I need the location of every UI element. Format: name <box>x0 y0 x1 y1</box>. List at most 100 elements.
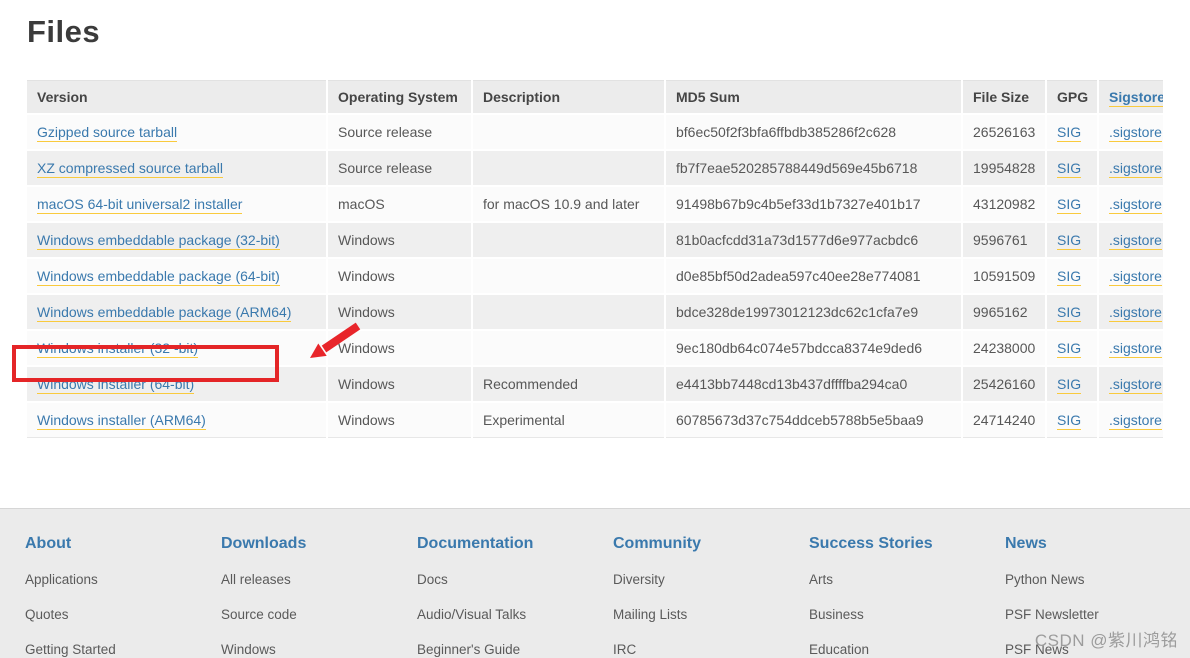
footer-link-education[interactable]: Education <box>809 642 869 657</box>
sigstore-link[interactable]: .sigstore <box>1109 268 1162 286</box>
footer-heading-documentation[interactable]: Documentation <box>417 535 533 553</box>
os-cell: Windows <box>327 401 473 438</box>
gpg-sig-link[interactable]: SIG <box>1057 196 1082 214</box>
table-header-row: Version Operating System Description MD5 Su… <box>27 80 1163 114</box>
md5-cell: fb7f7eae520285788449d569e45b6718 <box>665 149 963 186</box>
footer-link-quotes[interactable]: Quotes <box>25 607 69 622</box>
gpg-sig-link[interactable]: SIG <box>1057 304 1082 322</box>
gpg-sig-link[interactable]: SIG <box>1057 124 1082 142</box>
footer-item: Getting Started <box>25 642 221 657</box>
sigstore-link[interactable]: .sigstore <box>1109 412 1162 430</box>
sigstore-link[interactable]: .sigstore <box>1109 376 1162 394</box>
version-link[interactable]: Windows installer (ARM64) <box>37 412 206 430</box>
sigstore-header-link[interactable]: Sigstore <box>1109 89 1163 107</box>
footer-item: Quotes <box>25 607 221 622</box>
footer-column: Success Stories Arts Business Education <box>809 535 1005 658</box>
footer-link-all-releases[interactable]: All releases <box>221 572 291 587</box>
version-link[interactable]: Gzipped source tarball <box>37 124 178 142</box>
footer-heading-success-stories[interactable]: Success Stories <box>809 535 933 553</box>
footer-heading-news[interactable]: News <box>1005 535 1047 553</box>
column-header-operating-system: Operating System <box>327 80 473 114</box>
column-header-sigstore: Sigstore <box>1098 80 1163 114</box>
os-cell: Windows <box>327 293 473 330</box>
gpg-sig-link[interactable]: SIG <box>1057 268 1082 286</box>
sigstore-link[interactable]: .sigstore <box>1109 232 1162 250</box>
sigstore-link[interactable]: .sigstore <box>1109 160 1162 178</box>
footer-item: IRC <box>613 642 809 657</box>
files-table: Version Operating System Description MD5 Su… <box>27 80 1163 438</box>
sigstore-link[interactable]: .sigstore <box>1109 304 1162 322</box>
footer-link-python-news[interactable]: Python News <box>1005 572 1085 587</box>
footer-item: Python News <box>1005 572 1190 587</box>
os-cell: Windows <box>327 221 473 258</box>
md5-cell: e4413bb7448cd13b437dffffba294ca0 <box>665 365 963 402</box>
os-cell: macOS <box>327 185 473 222</box>
footer-heading-about[interactable]: About <box>25 535 71 553</box>
gpg-sig-link[interactable]: SIG <box>1057 160 1082 178</box>
gpg-sig-link[interactable]: SIG <box>1057 376 1082 394</box>
description-cell <box>472 149 666 186</box>
footer-item: All releases <box>221 572 417 587</box>
footer-link-mailing-lists[interactable]: Mailing Lists <box>613 607 687 622</box>
footer-heading-downloads[interactable]: Downloads <box>221 535 306 553</box>
gpg-sig-link[interactable]: SIG <box>1057 340 1082 358</box>
table-row: Windows installer (64-bit) Windows Recom… <box>27 365 1163 402</box>
version-link[interactable]: XZ compressed source tarball <box>37 160 223 178</box>
md5-cell: 60785673d37c754ddceb5788b5e5baa9 <box>665 401 963 438</box>
footer-item: Arts <box>809 572 1005 587</box>
version-link[interactable]: Windows embeddable package (64-bit) <box>37 268 280 286</box>
table-row: Windows installer (ARM64) Windows Experi… <box>27 401 1163 438</box>
footer-link-business[interactable]: Business <box>809 607 864 622</box>
filesize-cell: 9965162 <box>962 293 1047 330</box>
os-cell: Windows <box>327 257 473 294</box>
table-row: Windows embeddable package (32-bit) Wind… <box>27 221 1163 258</box>
os-cell: Source release <box>327 113 473 150</box>
md5-cell: d0e85bf50d2adea597c40ee28e774081 <box>665 257 963 294</box>
version-link[interactable]: macOS 64-bit universal2 installer <box>37 196 243 214</box>
filesize-cell: 10591509 <box>962 257 1047 294</box>
column-header-description: Description <box>472 80 666 114</box>
footer-link-diversity[interactable]: Diversity <box>613 572 665 587</box>
footer-link-applications[interactable]: Applications <box>25 572 98 587</box>
footer-item: PSF News <box>1005 642 1190 657</box>
md5-cell: 81b0acfcdd31a73d1577d6e977acbdc6 <box>665 221 963 258</box>
os-cell: Windows <box>327 329 473 366</box>
footer-link-irc[interactable]: IRC <box>613 642 636 657</box>
footer-link-arts[interactable]: Arts <box>809 572 833 587</box>
footer-link-getting-started[interactable]: Getting Started <box>25 642 116 657</box>
sigstore-link[interactable]: .sigstore <box>1109 196 1162 214</box>
os-cell: Source release <box>327 149 473 186</box>
footer-link-docs[interactable]: Docs <box>417 572 448 587</box>
version-link[interactable]: Windows installer (32 -bit) <box>37 340 199 358</box>
version-link[interactable]: Windows embeddable package (ARM64) <box>37 304 292 322</box>
footer-link-audio-visual-talks[interactable]: Audio/Visual Talks <box>417 607 526 622</box>
footer-link-psf-news[interactable]: PSF News <box>1005 642 1069 657</box>
version-link[interactable]: Windows embeddable package (32-bit) <box>37 232 280 250</box>
column-header-file-size: File Size <box>962 80 1047 114</box>
footer-link-source-code[interactable]: Source code <box>221 607 297 622</box>
sigstore-link[interactable]: .sigstore <box>1109 124 1162 142</box>
footer-item: Applications <box>25 572 221 587</box>
table-row: Windows installer (32 -bit) Windows 9ec1… <box>27 329 1163 366</box>
version-link[interactable]: Windows installer (64-bit) <box>37 376 195 394</box>
footer-link-beginner-s-guide[interactable]: Beginner's Guide <box>417 642 520 657</box>
filesize-cell: 26526163 <box>962 113 1047 150</box>
column-header-md5-sum: MD5 Sum <box>665 80 963 114</box>
filesize-cell: 43120982 <box>962 185 1047 222</box>
gpg-sig-link[interactable]: SIG <box>1057 412 1082 430</box>
footer-item: Audio/Visual Talks <box>417 607 613 622</box>
footer-column: News Python News PSF Newsletter PSF News <box>1005 535 1190 658</box>
gpg-sig-link[interactable]: SIG <box>1057 232 1082 250</box>
column-header-version: Version <box>27 80 328 114</box>
sigstore-link[interactable]: .sigstore <box>1109 340 1162 358</box>
footer-column: Documentation Docs Audio/Visual Talks Begi… <box>417 535 613 658</box>
table-row: Windows embeddable package (ARM64) Windo… <box>27 293 1163 330</box>
footer-heading-community[interactable]: Community <box>613 535 701 553</box>
footer-link-windows[interactable]: Windows <box>221 642 276 657</box>
footer-item: Beginner's Guide <box>417 642 613 657</box>
footer-item: Mailing Lists <box>613 607 809 622</box>
description-cell: Recommended <box>472 365 666 402</box>
footer-column: About Applications Quotes Getting Started <box>25 535 221 658</box>
description-cell <box>472 257 666 294</box>
footer-link-psf-newsletter[interactable]: PSF Newsletter <box>1005 607 1099 622</box>
